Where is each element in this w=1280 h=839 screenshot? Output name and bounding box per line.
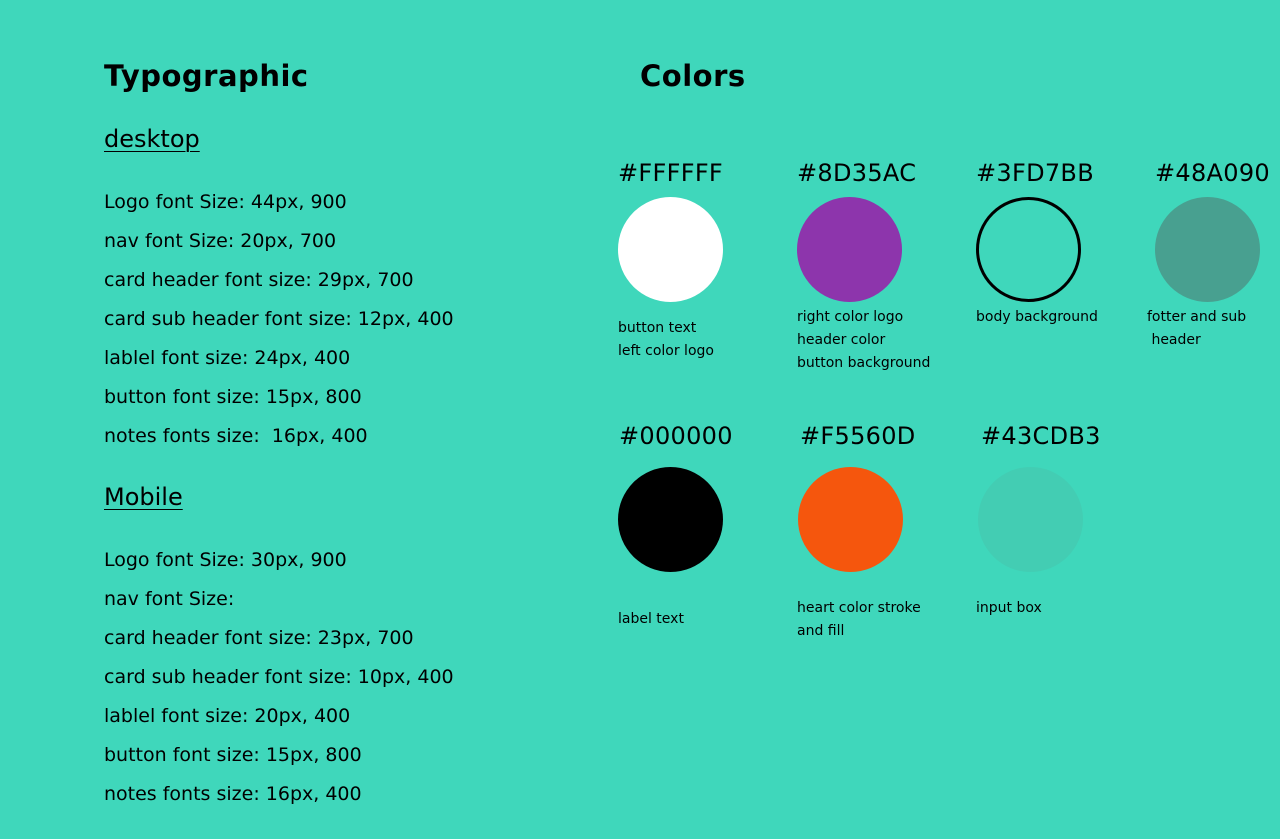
swatch-circle	[618, 197, 723, 302]
desktop-spec-item: button font size: 15px, 800	[104, 386, 362, 408]
mobile-spec-item: notes fonts size: 16px, 400	[104, 783, 362, 805]
swatch-hex-label: #3FD7BB	[976, 159, 1094, 187]
desktop-spec-list: Logo font Size: 44px, 900 nav font Size:…	[104, 189, 454, 462]
swatch-circle	[797, 197, 902, 302]
typographic-heading: Typographic	[104, 59, 309, 93]
desktop-spec-item: nav font Size: 20px, 700	[104, 230, 337, 252]
swatch-description: button text left color logo	[618, 320, 714, 359]
desktop-spec-item: Logo font Size: 44px, 900	[104, 191, 347, 213]
swatch-hex-label: #8D35AC	[797, 159, 917, 187]
mobile-spec-item: nav font Size:	[104, 588, 235, 610]
swatch-hex-label: #F5560D	[800, 422, 916, 450]
colors-heading: Colors	[640, 59, 746, 93]
swatch-circle	[798, 467, 903, 572]
desktop-spec-item: notes fonts size: 16px, 400	[104, 425, 368, 447]
mobile-spec-item: lablel font size: 20px, 400	[104, 705, 351, 727]
desktop-spec-item: card header font size: 29px, 700	[104, 269, 414, 291]
swatch-description: fotter and sub header	[1147, 309, 1247, 348]
swatch-description: heart color stroke and fill	[797, 600, 921, 639]
swatch-hex-label: #000000	[619, 422, 733, 450]
swatch-description: label text	[618, 611, 684, 627]
swatch-hex-label: #FFFFFF	[618, 159, 724, 187]
desktop-section-title: desktop	[104, 125, 200, 153]
swatch-description: body background	[976, 309, 1098, 325]
swatch-description: right color logo header color button bac…	[797, 309, 931, 371]
mobile-spec-list: Logo font Size: 30px, 900 nav font Size:…	[104, 547, 454, 820]
swatch-description: input box	[976, 600, 1042, 616]
mobile-spec-item: Logo font Size: 30px, 900	[104, 549, 347, 571]
desktop-spec-item: lablel font size: 24px, 400	[104, 347, 351, 369]
swatch-circle	[618, 467, 723, 572]
mobile-section-title: Mobile	[104, 483, 183, 511]
swatch-circle	[978, 467, 1083, 572]
swatch-circle	[1155, 197, 1260, 302]
swatch-hex-label: #43CDB3	[981, 422, 1101, 450]
mobile-spec-item: card sub header font size: 10px, 400	[104, 666, 454, 688]
mobile-spec-item: button font size: 15px, 800	[104, 744, 362, 766]
swatch-circle	[976, 197, 1081, 302]
mobile-spec-item: card header font size: 23px, 700	[104, 627, 414, 649]
desktop-spec-item: card sub header font size: 12px, 400	[104, 308, 454, 330]
swatch-hex-label: #48A090	[1155, 159, 1270, 187]
